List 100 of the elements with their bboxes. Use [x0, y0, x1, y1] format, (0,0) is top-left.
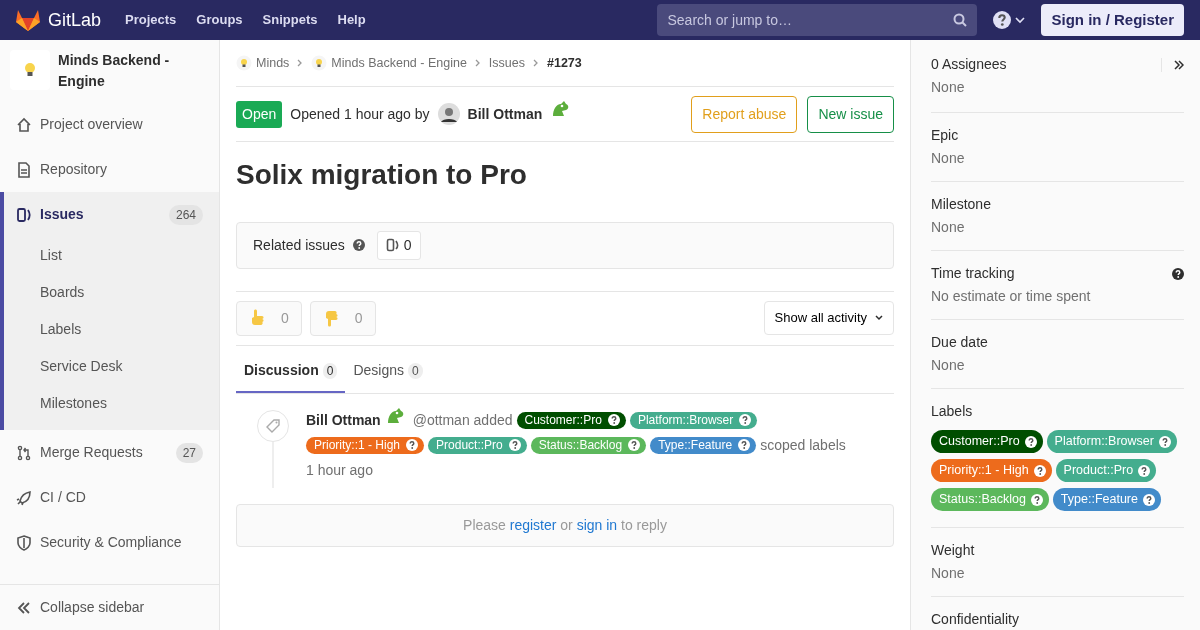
sidebar-subitem[interactable]: Milestones [4, 385, 219, 430]
note-suffix: scoped labels [760, 435, 846, 455]
sidebar-block-title: Due date [931, 333, 988, 352]
chevron-right-icon [474, 59, 481, 67]
sidebar-block-value: None [931, 149, 966, 168]
sidebar-item-label: Issues [40, 205, 84, 224]
sidebar-item[interactable]: Project overview [0, 102, 219, 147]
breadcrumb-link[interactable]: #1273 [547, 53, 582, 73]
issues-icon [16, 206, 32, 223]
nav-link[interactable]: Help [337, 10, 366, 30]
label-text: Type::Feature [658, 436, 733, 454]
sidebar-block-title: Epic [931, 126, 959, 145]
count-badge: 27 [175, 442, 203, 463]
note-time: 1 hour ago [306, 460, 374, 480]
sidebar-item[interactable]: Merge Requests 27 [0, 430, 219, 475]
sidebar-subitem[interactable]: List [4, 237, 219, 274]
home-icon [16, 116, 32, 133]
breadcrumb-link[interactable]: Minds [236, 53, 290, 73]
help-icon [1143, 493, 1155, 506]
sidebar-item-label: CI / CD [40, 488, 86, 507]
double-chevron-right-icon[interactable] [1174, 59, 1184, 70]
author-link[interactable]: Bill Ottman [306, 409, 381, 431]
label-text: Priority::1 - High [939, 462, 1029, 479]
sign-in-button[interactable]: Sign in / Register [1041, 3, 1184, 37]
scoped-label[interactable]: Type::Feature [650, 436, 757, 454]
avatar-icon [437, 103, 460, 125]
breadcrumb-link[interactable]: Minds Backend - Engine [311, 53, 467, 73]
sidebar-item-label: Repository [40, 160, 107, 179]
author-link[interactable]: Bill Ottman [467, 103, 543, 125]
double-chevron-left-icon [16, 599, 32, 616]
sidebar-block-title: Weight [931, 541, 975, 560]
issues-icon [385, 238, 400, 253]
activity-filter-dropdown[interactable]: Show all activity [763, 301, 894, 335]
caret-icon[interactable] [1015, 16, 1026, 24]
status-badge: Open [236, 100, 283, 128]
label-text: Priority::1 - High [314, 436, 401, 454]
sidebar-block-value: None [931, 356, 966, 375]
sidebar-block-value: None [931, 218, 966, 237]
dragon-emoji-icon [550, 100, 571, 118]
sidebar-block-value: No estimate or time spent [931, 287, 1092, 306]
issue-title: Solix migration to Pro [236, 158, 528, 192]
sidebar-block-title: Labels [931, 402, 973, 421]
scoped-label[interactable]: Customer::Pro [516, 411, 626, 429]
help-icon [628, 439, 641, 452]
related-issues-count[interactable]: 0 [376, 230, 421, 260]
sidebar-item[interactable]: CI / CD [0, 475, 219, 520]
sidebar-item[interactable]: Issues 264 [4, 192, 219, 237]
scoped-label[interactable]: Type::Feature [1052, 488, 1161, 511]
new-issue-button[interactable]: New issue [807, 95, 894, 133]
chevron-right-icon [297, 59, 304, 67]
reply-link[interactable]: register [509, 516, 557, 533]
chevron-right-icon [533, 59, 539, 67]
sidebar-item[interactable]: Repository [0, 147, 219, 192]
scoped-label[interactable]: Customer::Pro [931, 430, 1043, 453]
help-icon [1138, 464, 1151, 477]
sidebar-item-label: Security & Compliance [40, 533, 182, 552]
fox-logo-icon[interactable] [16, 9, 40, 31]
nav-link[interactable]: Snippets [262, 10, 318, 30]
collapse-sidebar-button[interactable]: Collapse sidebar [0, 584, 219, 630]
search-field[interactable]: Search or jump to… [657, 4, 978, 36]
sidebar-subitem[interactable]: Labels [4, 311, 219, 348]
reply-link[interactable]: sign in [576, 516, 618, 533]
lightbulb-icon [24, 62, 36, 78]
breadcrumb-link[interactable]: Issues [488, 53, 525, 73]
lightbulb-icon [311, 55, 328, 71]
merge-request-icon [16, 444, 32, 461]
sidebar-item-label: Project overview [40, 115, 143, 134]
nav-link[interactable]: Groups [196, 10, 243, 30]
sidebar-block-value: None [931, 78, 966, 97]
help-icon [406, 439, 419, 452]
label-text: Product::Pro [436, 436, 503, 454]
sidebar-block-title: Time tracking [931, 264, 1015, 283]
sidebar-subitem[interactable]: Boards [4, 274, 219, 311]
count-badge: 264 [168, 204, 203, 225]
tab-count: 0 [408, 362, 423, 379]
sidebar-item[interactable]: Security & Compliance [0, 520, 219, 565]
tab[interactable]: Designs 0 [345, 345, 431, 393]
help-icon [1024, 435, 1037, 448]
thumbs-up-icon [249, 309, 265, 328]
reply-prompt: Please register or sign in to reply [236, 503, 894, 547]
label-text: Platform::Browser [637, 411, 734, 429]
help-icon [1030, 493, 1043, 506]
search-icon [953, 13, 968, 27]
label-text: Type::Feature [1060, 491, 1138, 508]
shield-icon [16, 534, 32, 551]
label-text: Platform::Browser [1054, 433, 1154, 450]
brand-name[interactable]: GitLab [48, 6, 102, 34]
project-name[interactable]: Minds Backend - Engine [58, 50, 207, 92]
caret-icon [875, 315, 883, 322]
help-icon [1172, 267, 1184, 280]
help-icon [352, 239, 365, 252]
nav-link[interactable]: Projects [125, 10, 177, 30]
label-text: Customer::Pro [939, 433, 1020, 450]
sidebar-subitem[interactable]: Service Desk [4, 348, 219, 385]
tab[interactable]: Discussion 0 [236, 345, 346, 393]
sidebar-block-title: 0 Assignees [931, 55, 1007, 74]
lightbulb-icon [236, 55, 252, 71]
help-icon[interactable] [993, 11, 1012, 29]
help-icon [1033, 464, 1046, 477]
label-text: Status::Backlog [538, 436, 623, 454]
